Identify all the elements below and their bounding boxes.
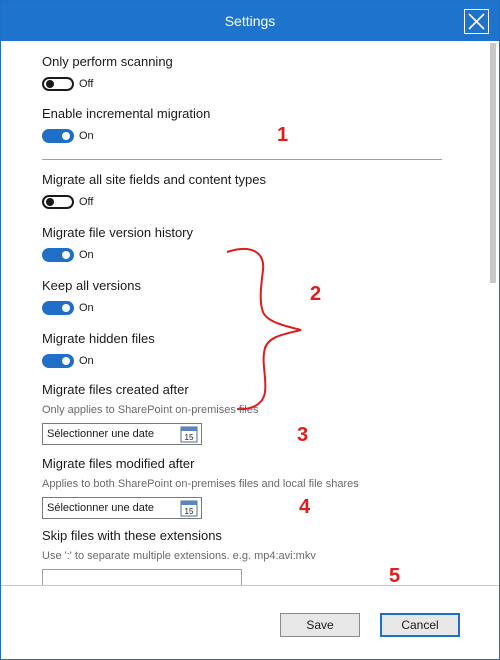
- toggle-state: On: [79, 302, 94, 314]
- setting-label: Migrate hidden files: [42, 331, 155, 346]
- annotation-brace-icon: [226, 247, 302, 411]
- toggle-state: On: [79, 355, 94, 367]
- date-placeholder: Sélectionner une date: [47, 502, 155, 514]
- toggle-state: Off: [79, 196, 94, 208]
- annotation-4: 4: [299, 496, 311, 518]
- dialog-title: Settings: [224, 13, 276, 29]
- settings-dialog: Settings Only perform scanning Off Enabl…: [0, 0, 500, 660]
- setting-site-fields: Migrate all site fields and content type…: [42, 172, 266, 210]
- setting-modified-after: Migrate files modified after Applies to …: [42, 456, 359, 519]
- scroll-thumb[interactable]: [490, 43, 496, 283]
- setting-label: Enable incremental migration: [42, 106, 211, 121]
- settings-scroll-area[interactable]: Only perform scanning Off Enable increme…: [1, 41, 499, 585]
- setting-skip-extensions: Skip files with these extensions Use ':'…: [42, 528, 316, 585]
- created-after-date-picker[interactable]: Sélectionner une date 15: [42, 423, 202, 445]
- hidden-files-toggle[interactable]: [42, 354, 74, 368]
- toggle-knob: [46, 198, 54, 206]
- setting-hint: Applies to both SharePoint on-premises f…: [42, 478, 359, 490]
- setting-label: Migrate all site fields and content type…: [42, 172, 267, 187]
- modified-after-date-picker[interactable]: Sélectionner une date 15: [42, 497, 202, 519]
- toggle-knob: [62, 132, 70, 140]
- setting-label: Skip files with these extensions: [42, 528, 222, 543]
- extensions-input[interactable]: [42, 569, 242, 585]
- setting-hint: Use ':' to separate multiple extensions.…: [42, 550, 316, 562]
- setting-version-history: Migrate file version history On: [42, 225, 193, 263]
- keep-versions-toggle[interactable]: [42, 301, 74, 315]
- setting-label: Only perform scanning: [42, 54, 173, 69]
- cancel-button[interactable]: Cancel: [380, 613, 460, 637]
- toggle-state: On: [79, 249, 94, 261]
- annotation-5: 5: [389, 565, 401, 585]
- setting-label: Keep all versions: [42, 278, 141, 293]
- save-button[interactable]: Save: [280, 613, 360, 637]
- close-button[interactable]: [464, 9, 489, 34]
- svg-text:15: 15: [185, 507, 194, 516]
- svg-text:15: 15: [185, 433, 194, 442]
- setting-label: Migrate files modified after: [42, 456, 195, 471]
- toggle-knob: [46, 80, 54, 88]
- site-fields-toggle[interactable]: [42, 195, 74, 209]
- section-divider: [42, 159, 442, 160]
- setting-incremental-migration: Enable incremental migration On: [42, 106, 210, 144]
- setting-only-scanning: Only perform scanning Off: [42, 54, 173, 92]
- annotation-1: 1: [277, 124, 289, 146]
- setting-label: Migrate file version history: [42, 225, 193, 240]
- setting-hidden-files: Migrate hidden files On: [42, 331, 155, 369]
- calendar-icon[interactable]: 15: [180, 499, 198, 517]
- scanning-toggle[interactable]: [42, 77, 74, 91]
- version-history-toggle[interactable]: [42, 248, 74, 262]
- toggle-knob: [62, 304, 70, 312]
- date-placeholder: Sélectionner une date: [47, 428, 155, 440]
- toggle-state: Off: [79, 78, 94, 90]
- annotation-3: 3: [297, 424, 309, 446]
- calendar-icon[interactable]: 15: [180, 425, 198, 443]
- setting-keep-all-versions: Keep all versions On: [42, 278, 141, 316]
- toggle-knob: [62, 251, 70, 259]
- toggle-state: On: [79, 130, 94, 142]
- vertical-scrollbar[interactable]: [487, 41, 499, 585]
- annotation-2: 2: [310, 283, 322, 305]
- toggle-knob: [62, 357, 70, 365]
- dialog-footer: Save Cancel: [1, 585, 499, 659]
- title-bar: Settings: [1, 1, 499, 41]
- close-icon: [468, 13, 485, 30]
- incremental-toggle[interactable]: [42, 129, 74, 143]
